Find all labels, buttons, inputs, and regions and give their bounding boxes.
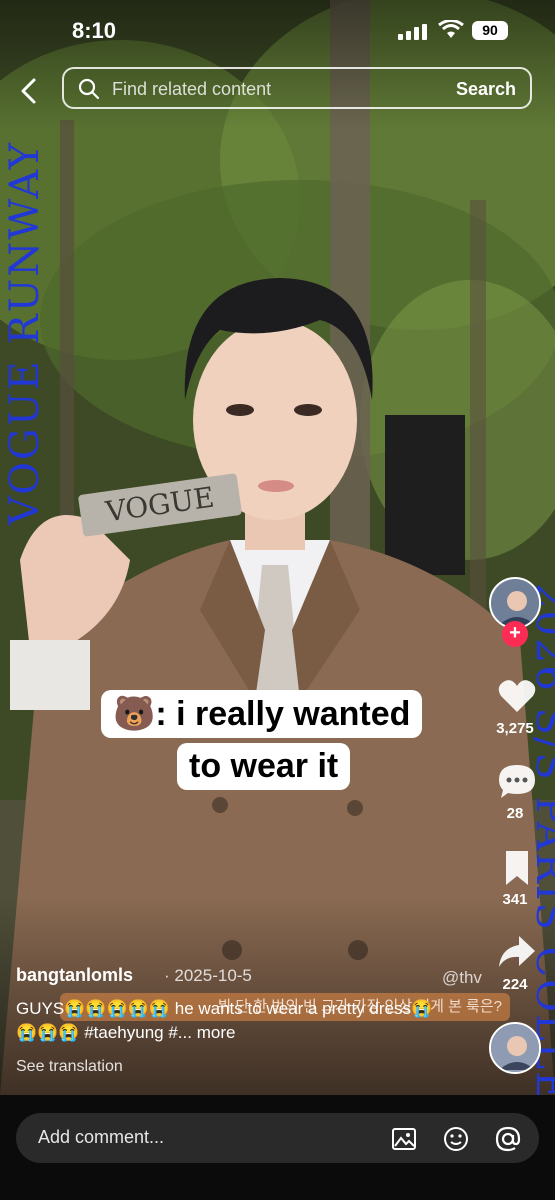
- save-count: 341: [502, 891, 528, 908]
- follow-button[interactable]: +: [502, 621, 528, 647]
- comment-placeholder: Add comment...: [38, 1127, 165, 1147]
- image-icon[interactable]: [390, 1125, 418, 1153]
- creator-username[interactable]: bangtanlomls: [16, 965, 133, 986]
- battery-indicator: 90: [472, 21, 508, 40]
- search-button[interactable]: Search: [456, 79, 516, 100]
- like-count: 3,275: [496, 720, 534, 737]
- search-input[interactable]: Find related content: [112, 79, 271, 100]
- share-arrow-icon[interactable]: [497, 934, 537, 970]
- vertical-text-left: VOGUE RUNWAY: [2, 140, 48, 526]
- like-heart-icon[interactable]: [497, 678, 537, 714]
- post-caption[interactable]: GUYS😭😭😭😭😭 he wants to wear a pretty dres…: [16, 997, 436, 1045]
- video-caption-line-1: 🐻: i really wanted: [101, 690, 423, 738]
- share-count: 224: [502, 976, 528, 993]
- wifi-icon: [438, 20, 464, 38]
- mention-icon[interactable]: [494, 1125, 522, 1153]
- comment-input[interactable]: Add comment...: [16, 1113, 539, 1163]
- sound-disc-avatar[interactable]: [489, 1022, 541, 1074]
- status-bar: 8:10 90: [0, 0, 555, 62]
- video-watermark: @thv: [442, 968, 482, 987]
- comment-bar: Add comment...: [0, 1095, 555, 1200]
- see-translation-link[interactable]: See translation: [16, 1058, 123, 1076]
- comment-count: 28: [506, 805, 524, 822]
- status-time: 8:10: [72, 18, 117, 43]
- search-icon: [78, 78, 100, 100]
- bookmark-icon[interactable]: [497, 850, 537, 886]
- video-caption-line-2: to wear it: [177, 743, 351, 790]
- search-bar[interactable]: Find related content Search: [62, 67, 532, 109]
- back-arrow-icon[interactable]: [14, 76, 44, 106]
- video-player[interactable]: VOGUE VOGUE RUNWAY 2026 S/S PARIS COLLEC…: [0, 0, 555, 1095]
- comment-bubble-icon[interactable]: [497, 763, 537, 799]
- post-date: · 2025-10-5: [164, 966, 252, 985]
- signal-icon: [398, 24, 427, 40]
- emoji-icon[interactable]: [442, 1125, 470, 1153]
